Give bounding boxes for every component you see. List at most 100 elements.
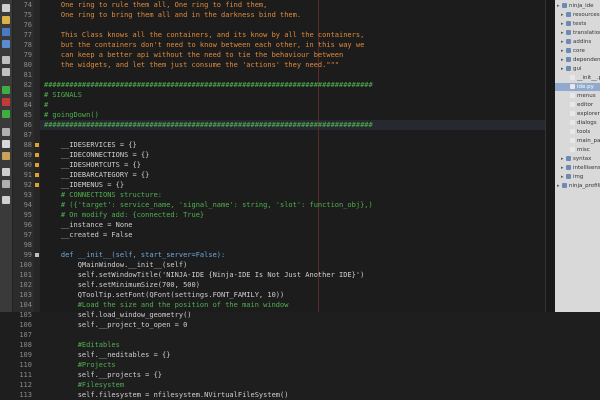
code-line[interactable]: # — [44, 100, 48, 110]
code-line[interactable]: #Filesystem — [44, 380, 124, 390]
line-number: 79 — [23, 51, 32, 59]
bookmark-marker[interactable] — [35, 143, 39, 147]
code-line[interactable]: the widgets, and let them just consume t… — [44, 60, 339, 70]
line-number: 74 — [23, 1, 32, 9]
tree-item[interactable]: editor — [555, 101, 600, 109]
line-number: 91 — [23, 171, 32, 179]
stop-icon[interactable] — [2, 98, 10, 106]
tree-item[interactable]: ▸dependencies — [555, 56, 600, 64]
tree-item[interactable]: main_panel — [555, 137, 600, 145]
tree-item[interactable]: ▸ninja_profiling — [555, 182, 600, 190]
debug-icon[interactable] — [2, 110, 10, 118]
line-number: 101 — [19, 271, 32, 279]
save-all-icon[interactable] — [2, 40, 10, 48]
code-line[interactable]: __IDEMENUS = {} — [44, 180, 124, 190]
tree-item-label: dependencies — [573, 57, 600, 63]
code-line[interactable]: This Class knows all the containers, and… — [44, 30, 364, 40]
open-file-icon[interactable] — [2, 16, 10, 24]
project-tree[interactable]: ▸ninja_ide▸resources▸tests▸translations▸… — [555, 0, 600, 312]
line-number: 112 — [19, 381, 32, 389]
tree-item[interactable]: tools — [555, 128, 600, 136]
line-number: 109 — [19, 351, 32, 359]
tree-item[interactable]: ▸ core — [555, 47, 600, 55]
tree-item-label: addins — [573, 39, 592, 45]
folder-icon — [566, 66, 571, 71]
bookmark-marker[interactable] — [35, 183, 39, 187]
bookmark-marker[interactable] — [35, 153, 39, 157]
code-line[interactable]: # ({'target': service_name, 'signal_name… — [44, 200, 373, 210]
tree-item[interactable]: ide.py — [555, 83, 600, 91]
code-line[interactable]: __IDECONNECTIONS = {} — [44, 150, 150, 160]
file-icon — [570, 111, 575, 116]
tree-item[interactable]: __init__.py — [555, 74, 600, 82]
tree-item[interactable]: misc — [555, 146, 600, 154]
tree-item[interactable]: ▸ ninja_ide — [555, 2, 600, 10]
save-icon[interactable] — [2, 28, 10, 36]
bookmark-marker[interactable] — [35, 163, 39, 167]
code-line[interactable]: One ring to bring them all and in the da… — [44, 10, 301, 20]
code-line[interactable]: __IDESHORTCUTS = {} — [44, 160, 141, 170]
code-line[interactable]: __IDEBARCATEGORY = {} — [44, 170, 150, 180]
file-icon — [570, 129, 575, 134]
code-line[interactable]: __instance = None — [44, 220, 133, 230]
code-line[interactable]: One ring to rule them all, One ring to f… — [44, 0, 268, 10]
tree-item[interactable]: ▸ img — [555, 173, 600, 181]
comment-icon[interactable] — [2, 180, 10, 188]
bookmark-marker[interactable] — [35, 253, 39, 257]
tree-item-label: misc — [577, 147, 590, 153]
tree-item[interactable]: ▸ gui — [555, 65, 600, 73]
line-number: 113 — [19, 391, 32, 399]
code-line[interactable]: self.__project_to_open = 0 — [44, 320, 188, 330]
code-line[interactable]: #Load the size and the position of the m… — [44, 300, 289, 310]
code-line[interactable]: self.setWindowTitle('NINJA-IDE {Ninja-ID… — [44, 270, 365, 280]
tree-item-label: menus — [577, 93, 596, 99]
tree-item[interactable]: menus — [555, 92, 600, 100]
run-icon[interactable] — [2, 86, 10, 94]
code-line[interactable]: __created = False — [44, 230, 133, 240]
tree-item[interactable]: ▸ addins — [555, 38, 600, 46]
code-line[interactable]: QToolTip.setFont(QFont(settings.FONT_FAM… — [44, 290, 285, 300]
code-line[interactable]: #Projects — [44, 360, 116, 370]
line-number: 83 — [23, 91, 32, 99]
tree-item-label: intellisense — [573, 165, 600, 171]
code-line[interactable]: def __init__(self, start_server=False): — [44, 250, 225, 260]
undo-icon[interactable] — [2, 56, 10, 64]
tree-item[interactable]: ▸ tests — [555, 20, 600, 28]
code-line[interactable]: self.filesystem = nfilesystem.NVirtualFi… — [44, 390, 289, 400]
code-line[interactable]: # SIGNALS — [44, 90, 82, 100]
folder-icon — [566, 12, 571, 17]
code-line[interactable]: can keep a better api without the need t… — [44, 50, 343, 60]
cut-icon[interactable] — [2, 128, 10, 136]
tree-item[interactable]: ▸ resources — [555, 11, 600, 19]
tree-item[interactable]: dialogs — [555, 119, 600, 127]
folder-icon — [562, 3, 567, 8]
paste-icon[interactable] — [2, 152, 10, 160]
find-icon[interactable] — [2, 196, 10, 204]
tree-item[interactable]: ▸translations — [555, 29, 600, 37]
tree-item[interactable]: ▸intellisense — [555, 164, 600, 172]
line-number: 103 — [19, 291, 32, 299]
new-file-icon[interactable] — [2, 4, 10, 12]
code-line[interactable]: self.__neditables = {} — [44, 350, 171, 360]
code-line[interactable]: QMainWindow.__init__(self) — [44, 260, 188, 270]
code-line[interactable]: ########################################… — [44, 120, 373, 130]
code-line[interactable]: # On modify add: {connected: True} — [44, 210, 204, 220]
code-line[interactable]: # goingDown() — [44, 110, 99, 120]
copy-icon[interactable] — [2, 140, 10, 148]
file-icon — [570, 84, 575, 89]
code-line[interactable]: ########################################… — [44, 80, 373, 90]
tree-item-label: resources — [573, 12, 600, 18]
minimap[interactable] — [545, 0, 555, 312]
tree-item[interactable]: explorer — [555, 110, 600, 118]
code-line[interactable]: #Editables — [44, 340, 120, 350]
code-line[interactable]: but the containers don't need to know be… — [44, 40, 364, 50]
redo-icon[interactable] — [2, 68, 10, 76]
code-line[interactable]: self.setMinimumSize(700, 500) — [44, 280, 200, 290]
indent-icon[interactable] — [2, 168, 10, 176]
bookmark-marker[interactable] — [35, 173, 39, 177]
code-line[interactable]: self.__projects = {} — [44, 370, 162, 380]
tree-item[interactable]: ▸ syntax — [555, 155, 600, 163]
code-line[interactable]: # CONNECTIONS structure: — [44, 190, 162, 200]
code-line[interactable]: __IDESERVICES = {} — [44, 140, 137, 150]
line-number: 85 — [23, 111, 32, 119]
